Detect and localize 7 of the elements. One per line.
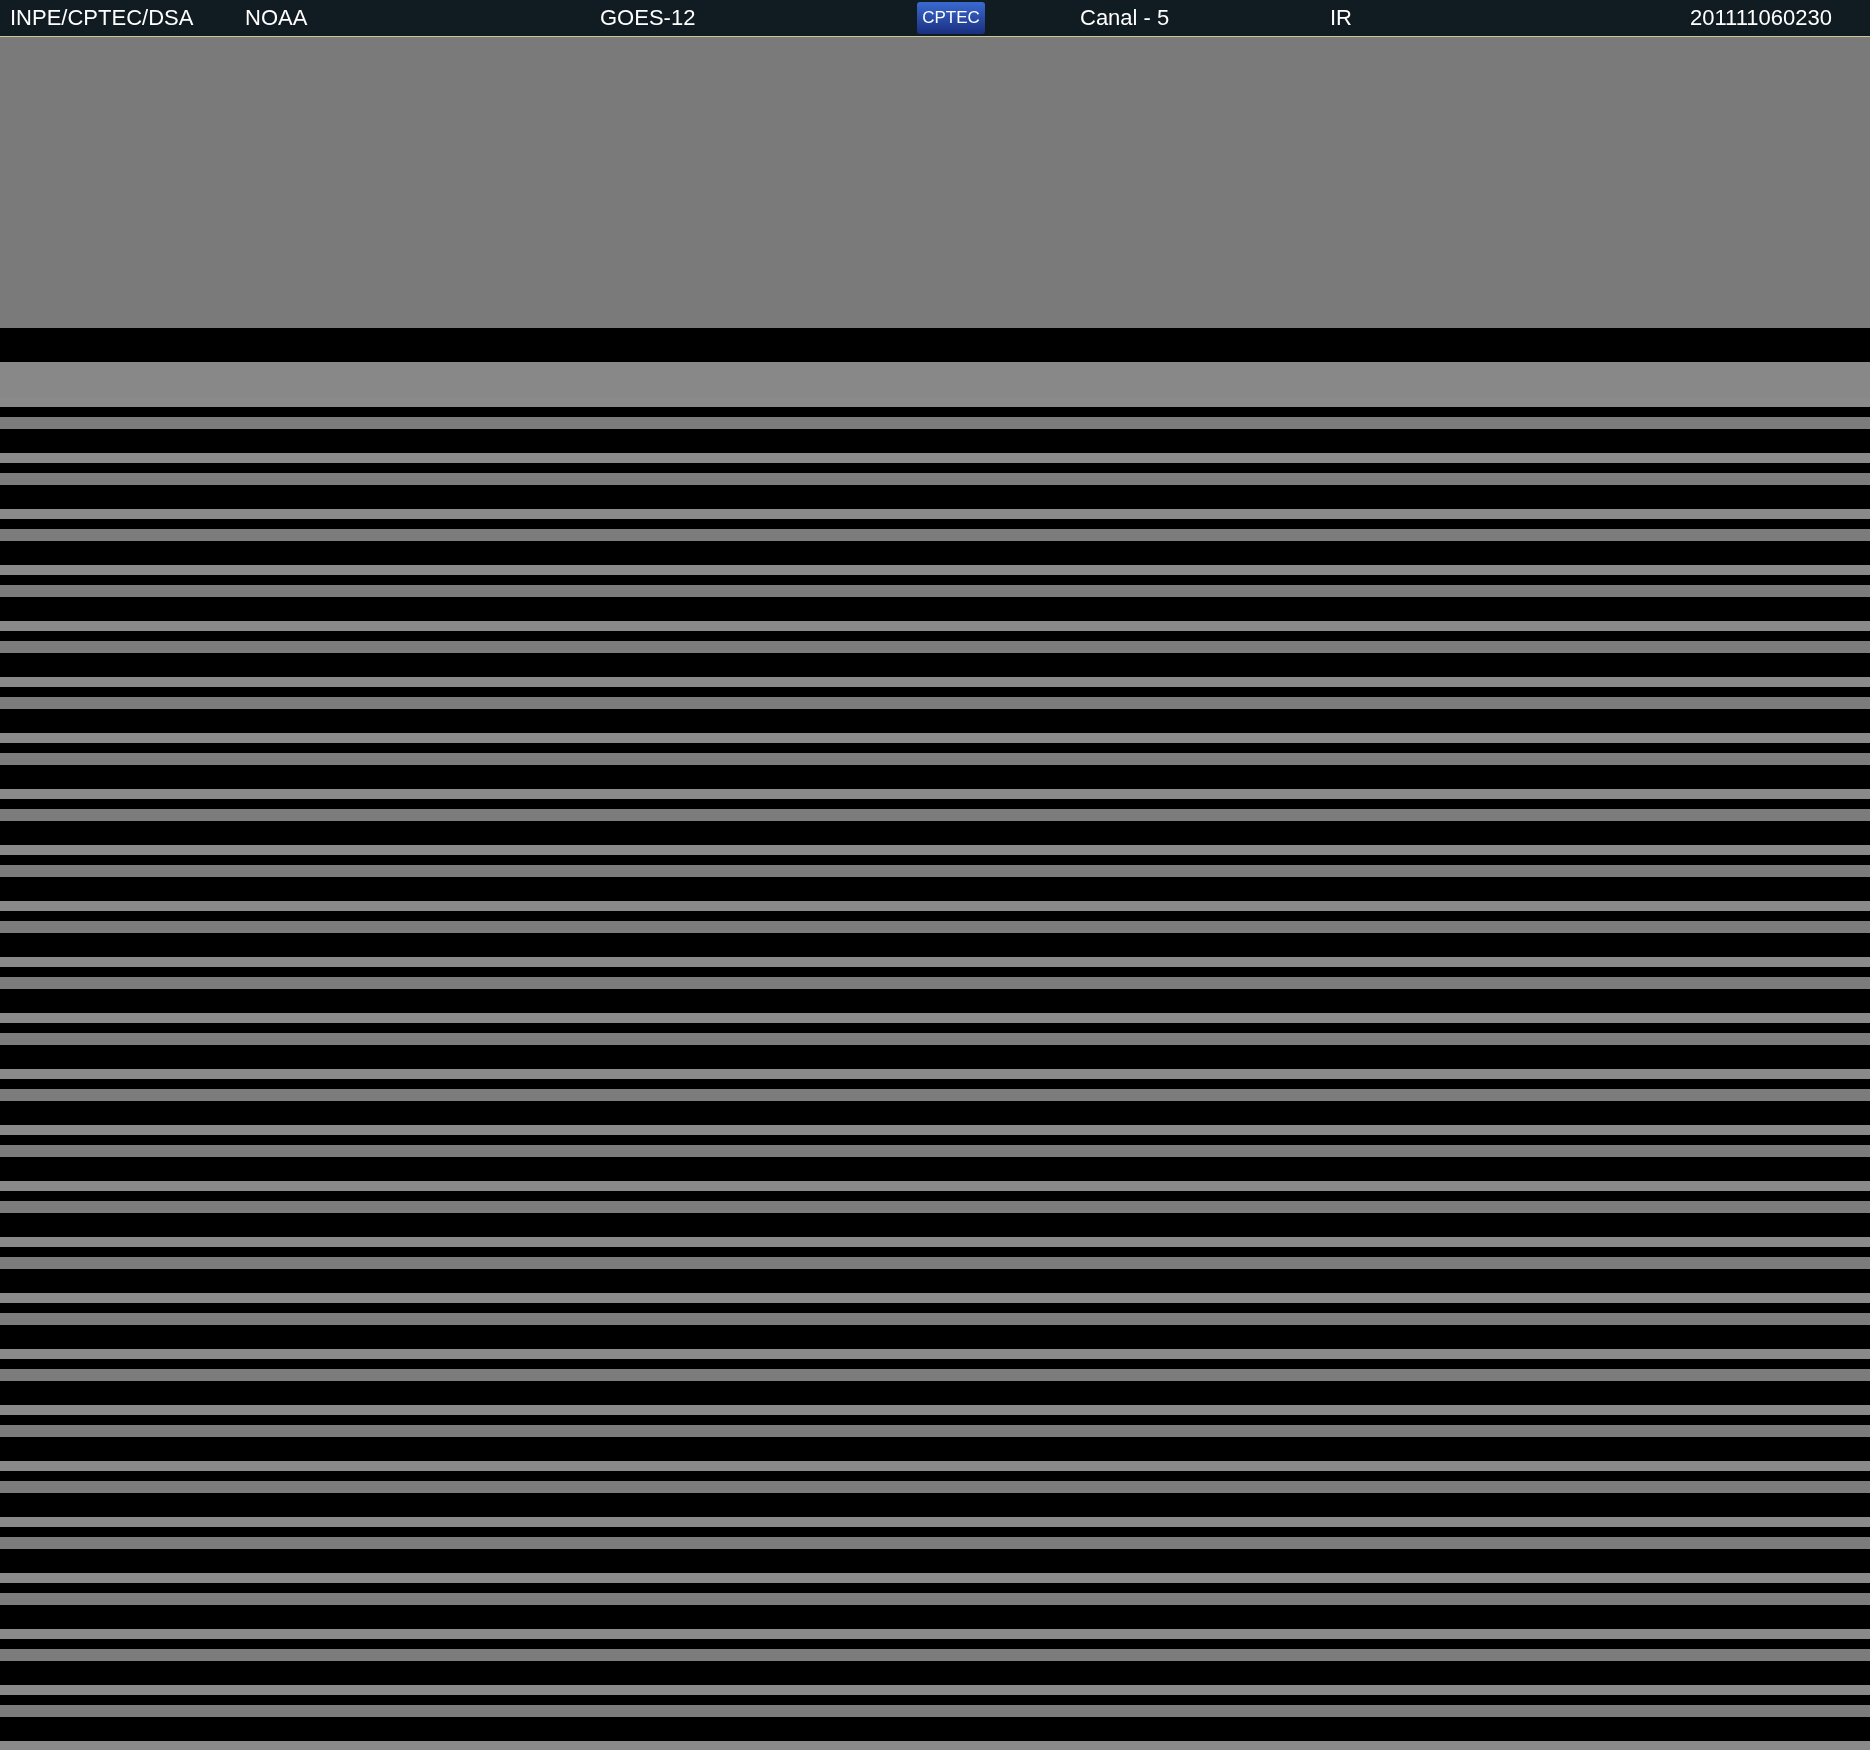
timestamp-label: 201111060230 [1690,5,1832,31]
logo: CPTEC [917,2,985,34]
satellite-label: GOES-12 [600,5,697,31]
channel-label: Canal - 5 [1080,5,1171,31]
source-label: INPE/CPTEC/DSA [10,5,195,31]
agency-label: NOAA [245,5,309,31]
band-label: IR [1330,5,1353,31]
